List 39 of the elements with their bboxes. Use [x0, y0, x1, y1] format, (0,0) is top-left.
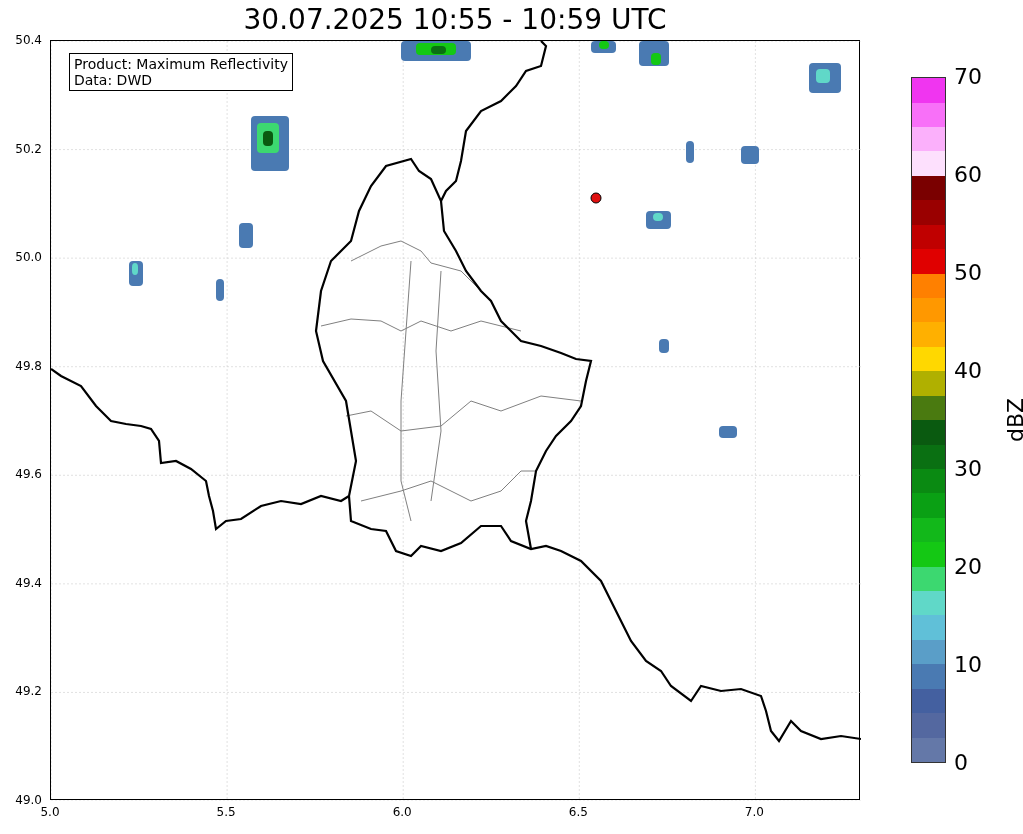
- colorbar-tick-label: 60: [954, 164, 982, 186]
- radar-echo: [591, 41, 616, 53]
- colorbar-tick-label: 20: [954, 556, 982, 578]
- y-tick-label: 49.8: [15, 359, 42, 372]
- x-tick-label: 5.0: [40, 806, 60, 818]
- radar-echo: [251, 116, 289, 171]
- colorbar-tick-label: 40: [954, 360, 982, 382]
- radar-echo: [639, 41, 669, 66]
- radar-echo: [659, 339, 669, 353]
- x-tick-label: 5.5: [216, 806, 236, 818]
- colorbar-tick-label: 50: [954, 262, 982, 284]
- y-tick-label: 49.4: [15, 576, 42, 589]
- y-tick-label: 50.2: [15, 142, 42, 155]
- radar-echo: [686, 141, 694, 163]
- radar-echo: [741, 146, 759, 164]
- radar-echo: [401, 41, 471, 61]
- x-tick-label: 7.0: [744, 806, 764, 818]
- y-tick-label: 49.2: [15, 685, 42, 698]
- info-text: Product: Maximum Reflectivity: [74, 56, 288, 72]
- radar-echo: [129, 261, 143, 286]
- colorbar-tick-label: 0: [954, 752, 968, 774]
- colorbar-tick-label: 10: [954, 654, 982, 676]
- y-tick-label: 49.6: [15, 468, 42, 481]
- radar-echo: [216, 279, 224, 301]
- radar-echo: [719, 426, 737, 438]
- colorbar-label: dBZ: [1005, 397, 1023, 443]
- y-tick-label: 49.0: [15, 794, 42, 806]
- radar-echo: [239, 223, 253, 248]
- radar-echo: [646, 211, 671, 229]
- radar-echo: [809, 63, 841, 93]
- x-tick-label: 6.0: [392, 806, 412, 818]
- y-tick-label: 50.4: [15, 34, 42, 46]
- colorbar-tick-label: 70: [954, 66, 982, 88]
- x-tick-label: 6.5: [568, 806, 588, 818]
- info-text: Data: DWD: [74, 72, 153, 88]
- chart-title: 30.07.2025 10:55 - 10:59 UTC: [243, 6, 667, 34]
- y-tick-label: 50.0: [15, 251, 42, 264]
- colorbar-tick-label: 30: [954, 458, 982, 480]
- location-marker: [590, 192, 602, 204]
